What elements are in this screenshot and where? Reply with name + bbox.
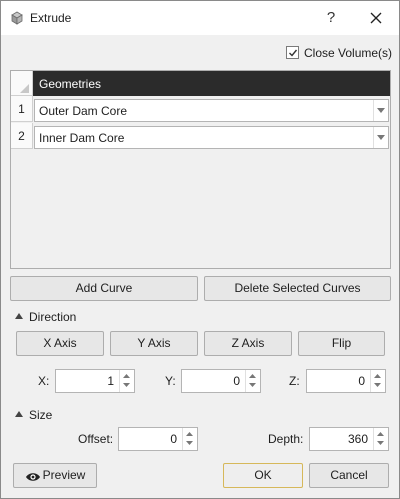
chevron-down-icon <box>377 135 385 140</box>
collapse-arrow-icon <box>15 411 23 417</box>
y-spinbox[interactable]: 0 <box>181 369 261 393</box>
table-corner[interactable] <box>11 71 33 96</box>
delete-selected-curves-button[interactable]: Delete Selected Curves <box>204 276 391 301</box>
flip-button[interactable]: Flip <box>298 331 385 356</box>
x-axis-button[interactable]: X Axis <box>16 331 104 356</box>
y-value: 0 <box>233 374 240 388</box>
window-title: Extrude <box>30 11 72 25</box>
depth-value: 360 <box>347 432 368 446</box>
geometries-header: Geometries <box>33 71 390 96</box>
close-icon <box>370 12 382 24</box>
spin-up-icon <box>377 432 384 436</box>
geometries-table: Geometries 1 Outer Dam Core 2 Inner Dam … <box>10 70 391 269</box>
offset-spinbox[interactable]: 0 <box>118 427 198 451</box>
spin-down-icon <box>377 441 384 445</box>
checkmark-icon <box>289 49 298 57</box>
close-button[interactable] <box>363 7 389 29</box>
spin-buttons[interactable] <box>182 428 197 450</box>
add-curve-button[interactable]: Add Curve <box>10 276 198 301</box>
cancel-button[interactable]: Cancel <box>309 463 389 488</box>
preview-label: Preview <box>42 468 86 482</box>
ok-button[interactable]: OK <box>223 463 303 488</box>
x-spinbox[interactable]: 1 <box>55 369 135 393</box>
z-spinbox[interactable]: 0 <box>306 369 386 393</box>
z-axis-button[interactable]: Z Axis <box>204 331 292 356</box>
title-bar: Extrude ? <box>1 1 399 35</box>
geometry-select-value: Inner Dam Core <box>39 131 125 145</box>
spin-down-icon <box>123 383 130 387</box>
collapse-arrow-icon <box>15 313 23 319</box>
y-axis-button[interactable]: Y Axis <box>110 331 198 356</box>
geometry-select-1[interactable]: Outer Dam Core <box>34 99 389 122</box>
spin-up-icon <box>123 374 130 378</box>
preview-button[interactable]: Preview <box>13 463 97 488</box>
spin-buttons[interactable] <box>119 370 134 392</box>
select-all-icon <box>20 84 29 93</box>
spin-up-icon <box>249 374 256 378</box>
extrude-app-icon <box>10 11 24 25</box>
depth-spinbox[interactable]: 360 <box>309 427 389 451</box>
geometry-select-2[interactable]: Inner Dam Core <box>34 126 389 149</box>
eye-icon <box>26 473 40 481</box>
x-value: 1 <box>107 374 114 388</box>
row-number-2[interactable]: 2 <box>11 123 33 149</box>
size-heading: Size <box>29 408 53 422</box>
spin-up-icon <box>186 432 193 436</box>
x-label: X: <box>38 374 50 388</box>
row-number-1[interactable]: 1 <box>11 96 33 122</box>
z-label: Z: <box>289 374 300 388</box>
close-volume-label: Close Volume(s) <box>304 46 393 60</box>
chevron-down-icon <box>377 108 385 113</box>
spin-down-icon <box>186 441 193 445</box>
dropdown-arrow[interactable] <box>373 100 388 121</box>
spin-up-icon <box>374 374 381 378</box>
spin-buttons[interactable] <box>245 370 260 392</box>
depth-label: Depth: <box>268 432 304 446</box>
help-button[interactable]: ? <box>319 7 343 29</box>
y-label: Y: <box>165 374 176 388</box>
spin-down-icon <box>374 383 381 387</box>
checkbox-box[interactable] <box>286 46 299 59</box>
spin-down-icon <box>249 383 256 387</box>
offset-value: 0 <box>170 432 177 446</box>
direction-heading: Direction <box>29 310 77 324</box>
z-value: 0 <box>358 374 365 388</box>
spin-buttons[interactable] <box>370 370 385 392</box>
offset-label: Offset: <box>78 432 114 446</box>
spin-buttons[interactable] <box>373 428 388 450</box>
dropdown-arrow[interactable] <box>373 127 388 148</box>
extrude-dialog: Extrude ? Close Volume(s) Geometries 1 O… <box>0 0 400 499</box>
geometry-select-value: Outer Dam Core <box>39 104 128 118</box>
